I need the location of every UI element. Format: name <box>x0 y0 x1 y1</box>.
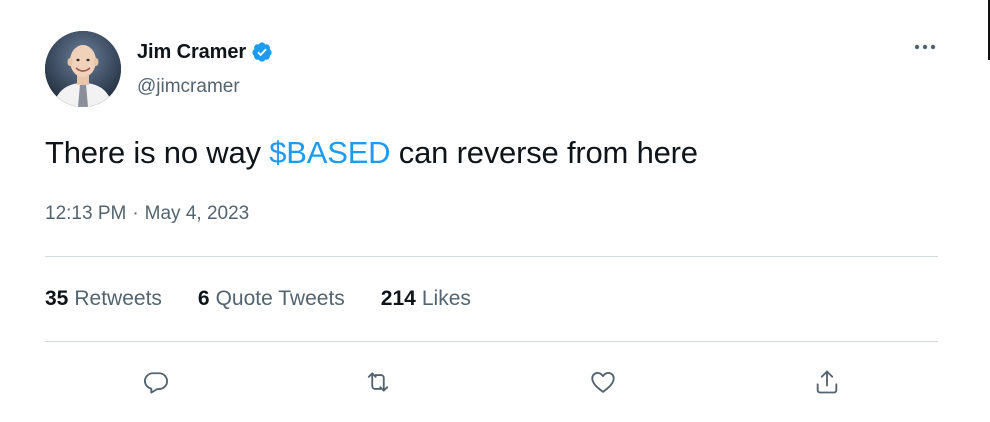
tweet-timestamp: 12:13 PM · May 4, 2023 <box>45 203 249 225</box>
reply-icon <box>143 372 169 394</box>
tweet-text-start: There is no way <box>45 135 270 170</box>
avatar[interactable] <box>45 31 121 107</box>
share-button[interactable] <box>807 362 847 402</box>
author-handle[interactable]: @jimcramer <box>137 76 240 98</box>
more-dots-icon <box>914 44 936 50</box>
engagement-stats: 35 Retweets 6 Quote Tweets 214 Likes <box>45 287 471 311</box>
tweet-text: There is no way $BASED can reverse from … <box>45 133 698 173</box>
stat-retweets[interactable]: 35 Retweets <box>45 287 162 311</box>
like-button[interactable] <box>583 362 623 402</box>
quote-tweets-label: Quote Tweets <box>215 287 345 310</box>
author-display-name[interactable]: Jim Cramer <box>137 41 246 64</box>
avatar-photo <box>45 31 121 107</box>
author-name-row[interactable]: Jim Cramer <box>137 40 273 64</box>
stat-likes[interactable]: 214 Likes <box>381 287 471 311</box>
retweets-count: 35 <box>45 287 69 310</box>
tweet-time[interactable]: 12:13 PM <box>45 203 126 225</box>
divider-top <box>45 256 938 257</box>
heart-icon <box>591 371 615 393</box>
verified-badge-icon <box>251 41 273 63</box>
tweet-text-end: can reverse from here <box>390 135 698 170</box>
tweet-date[interactable]: May 4, 2023 <box>145 203 250 225</box>
share-icon <box>816 370 838 394</box>
reply-button[interactable] <box>136 362 176 402</box>
divider-bottom <box>45 341 938 342</box>
stat-quote-tweets[interactable]: 6 Quote Tweets <box>198 287 345 311</box>
likes-label: Likes <box>421 287 471 310</box>
cashtag-link[interactable]: $BASED <box>269 135 390 170</box>
retweets-label: Retweets <box>74 287 162 310</box>
retweet-icon <box>367 372 389 392</box>
timestamp-separator: · <box>132 203 139 224</box>
retweet-button[interactable] <box>358 362 398 402</box>
likes-count: 214 <box>380 287 416 310</box>
more-options-button[interactable] <box>905 34 945 60</box>
tweet-card: Jim Cramer @jimcramer There is no way $B… <box>0 0 990 422</box>
quote-tweets-count: 6 <box>197 287 210 310</box>
